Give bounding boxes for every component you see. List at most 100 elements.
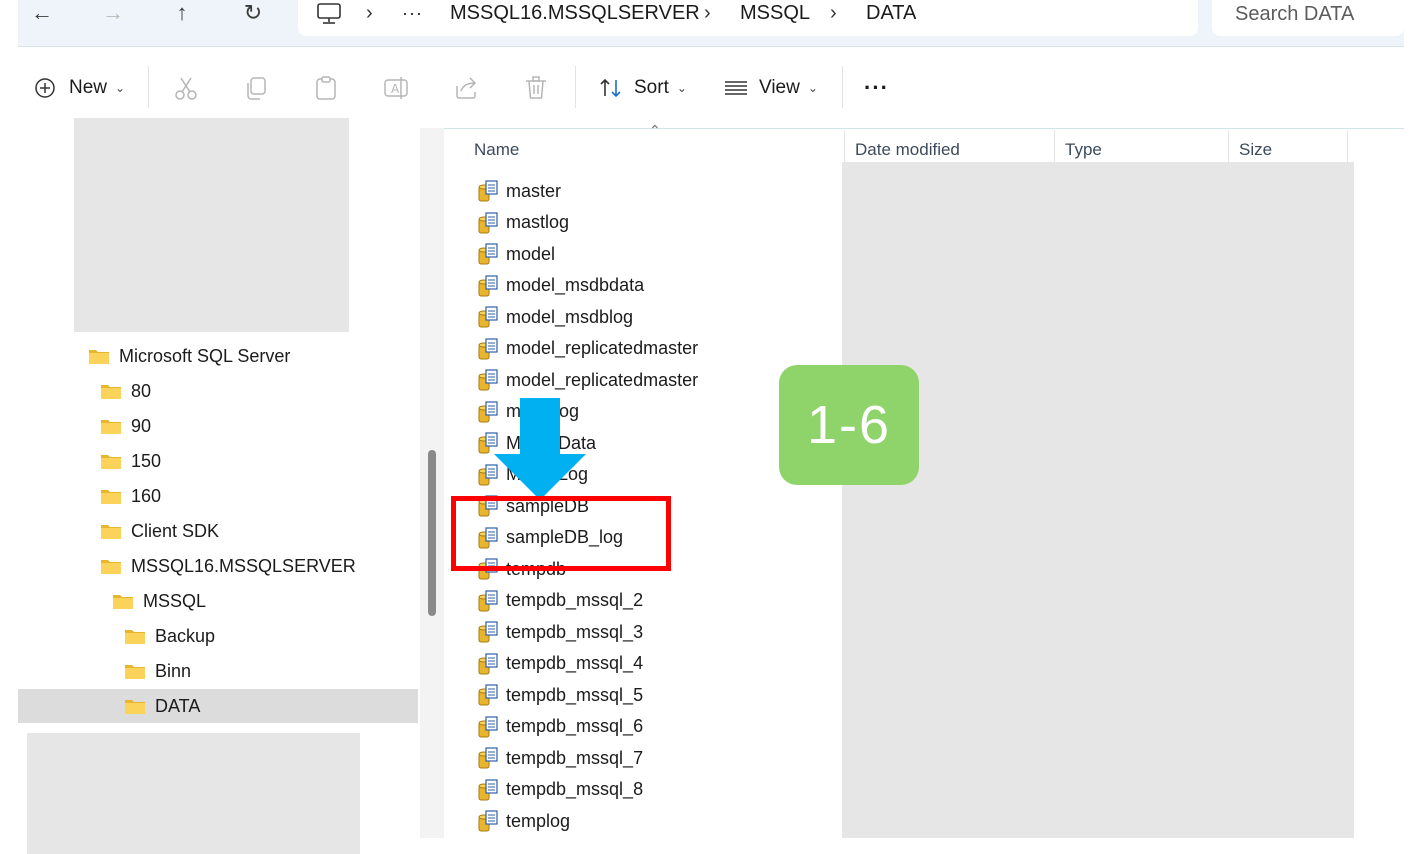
column-header-name[interactable]: Name <box>474 136 519 164</box>
sql-log-file-icon <box>478 337 498 359</box>
nav-item[interactable]: DATA <box>124 690 200 722</box>
chevron-down-icon: ⌄ <box>115 81 126 95</box>
back-arrow-icon[interactable]: ← <box>22 0 62 30</box>
file-name: tempdb_mssql_5 <box>506 684 644 705</box>
nav-item[interactable]: Client SDK <box>100 515 219 547</box>
forward-arrow-icon[interactable]: → <box>93 0 133 30</box>
sql-data-file-icon <box>478 715 498 737</box>
column-divider[interactable] <box>844 130 845 162</box>
nav-item[interactable]: MSSQL <box>112 585 206 617</box>
file-row[interactable]: tempdb_mssql_4 <box>476 649 643 679</box>
nav-item[interactable]: MSSQL16.MSSQLSERVER <box>100 550 356 582</box>
folder-icon <box>125 700 145 714</box>
nav-item[interactable]: Backup <box>124 620 215 652</box>
highlight-box <box>451 496 671 571</box>
nav-item[interactable]: Binn <box>124 655 191 687</box>
file-name: tempdb_mssql_7 <box>506 747 644 768</box>
chevron-right-icon: › <box>704 2 711 24</box>
nav-scrollbar-thumb[interactable] <box>428 450 436 616</box>
nav-item[interactable]: 80 <box>100 375 151 407</box>
share-icon[interactable] <box>452 74 480 102</box>
column-header-type[interactable]: Type <box>1065 136 1102 164</box>
sql-data-file-icon <box>478 369 498 391</box>
breadcrumb-overflow[interactable]: ··· <box>402 0 423 30</box>
file-row[interactable]: model_replicatedmaster <box>476 365 698 395</box>
sql-data-file-icon <box>478 684 498 706</box>
column-header-date-modified[interactable]: Date modified <box>855 136 960 164</box>
sql-log-file-icon <box>478 306 498 328</box>
file-name: model_replicatedmaster <box>506 369 699 390</box>
column-divider[interactable] <box>1347 130 1348 162</box>
cut-icon[interactable] <box>172 74 200 102</box>
search-input[interactable]: Search DATA <box>1212 0 1404 36</box>
paste-icon[interactable] <box>312 74 340 102</box>
nav-item-label: 80 <box>131 380 152 401</box>
breadcrumb-mssql16[interactable]: MSSQL16.MSSQLSERVER <box>450 0 700 30</box>
folder-icon <box>101 455 121 469</box>
nav-item[interactable]: 160 <box>100 480 161 512</box>
redacted-region <box>842 162 1354 838</box>
file-list: Name ⌃ Date modified Type Size master mas… <box>444 122 1410 854</box>
file-name: mastlog <box>506 212 570 232</box>
copy-icon[interactable] <box>242 74 270 102</box>
file-name: model_msdbdata <box>506 275 645 295</box>
rename-icon[interactable]: A <box>382 74 410 102</box>
new-label: New <box>69 77 108 98</box>
file-name: tempdb_mssql_8 <box>506 779 644 799</box>
file-name: tempdb_mssql_6 <box>506 716 644 736</box>
sql-data-file-icon <box>478 621 498 643</box>
sort-label: Sort <box>634 77 669 98</box>
file-row[interactable]: model <box>476 239 555 269</box>
nav-item-label: 90 <box>131 415 152 436</box>
sort-button[interactable]: Sort ⌄ <box>598 74 687 102</box>
this-pc-icon[interactable] <box>316 2 342 26</box>
file-row[interactable]: tempdb_mssql_7 <box>476 743 643 773</box>
nav-item-label: MSSQL <box>143 590 207 611</box>
view-button[interactable]: View ⌄ <box>724 74 818 102</box>
column-divider[interactable] <box>1228 130 1229 162</box>
command-bar: New ⌄ A Sort ⌄ View ⌄ ··· <box>18 48 1404 129</box>
sql-data-file-icon <box>478 589 498 611</box>
search-placeholder: Search DATA <box>1235 3 1355 25</box>
sql-data-file-icon <box>478 243 498 265</box>
step-badge: 1-6 <box>779 365 919 485</box>
breadcrumb[interactable]: › ··· MSSQL16.MSSQLSERVER › MSSQL › DATA <box>298 0 1198 36</box>
redacted-region <box>74 118 349 332</box>
file-row[interactable]: tempdb_mssql_8 <box>476 775 643 805</box>
file-row[interactable]: tempdb_mssql_2 <box>476 586 643 616</box>
file-row[interactable]: templog <box>476 806 570 836</box>
sql-log-file-icon <box>478 810 498 832</box>
column-header-size[interactable]: Size <box>1239 136 1272 164</box>
nav-item-label: Binn <box>155 660 192 681</box>
file-row[interactable]: tempdb_mssql_6 <box>476 712 643 742</box>
sql-data-file-icon <box>478 747 498 769</box>
up-arrow-icon[interactable]: ↑ <box>162 0 202 30</box>
delete-icon[interactable] <box>522 74 550 102</box>
more-options-button[interactable]: ··· <box>864 74 889 102</box>
file-row[interactable]: mastlog <box>476 208 569 238</box>
file-name: model <box>506 243 556 264</box>
nav-item[interactable]: Microsoft SQL Server <box>88 340 290 372</box>
file-row[interactable]: tempdb_mssql_5 <box>476 680 643 710</box>
nav-item-label: MSSQL16.MSSQLSERVER <box>131 555 356 576</box>
toolbar-divider <box>842 66 843 108</box>
file-row[interactable]: tempdb_mssql_3 <box>476 617 643 647</box>
breadcrumb-mssql[interactable]: MSSQL <box>740 0 810 30</box>
column-divider[interactable] <box>1054 130 1055 162</box>
file-row[interactable]: model_msdbdata <box>476 271 644 301</box>
view-label: View <box>759 77 800 98</box>
new-button[interactable]: New ⌄ <box>34 74 125 102</box>
file-row[interactable]: master <box>476 176 561 206</box>
folder-icon <box>101 385 121 399</box>
breadcrumb-data[interactable]: DATA <box>866 0 916 30</box>
file-row[interactable]: model_msdblog <box>476 302 633 332</box>
file-row[interactable]: model_replicatedmaster <box>476 334 698 364</box>
nav-item[interactable]: 90 <box>100 410 151 442</box>
nav-item-label: 150 <box>131 450 162 471</box>
nav-item[interactable]: 150 <box>100 445 161 477</box>
toolbar-divider <box>575 66 576 108</box>
chevron-right-icon: › <box>830 2 837 24</box>
refresh-icon[interactable]: ↻ <box>233 0 273 30</box>
file-name: tempdb_mssql_2 <box>506 590 644 610</box>
nav-item-label: Microsoft SQL Server <box>119 345 291 366</box>
